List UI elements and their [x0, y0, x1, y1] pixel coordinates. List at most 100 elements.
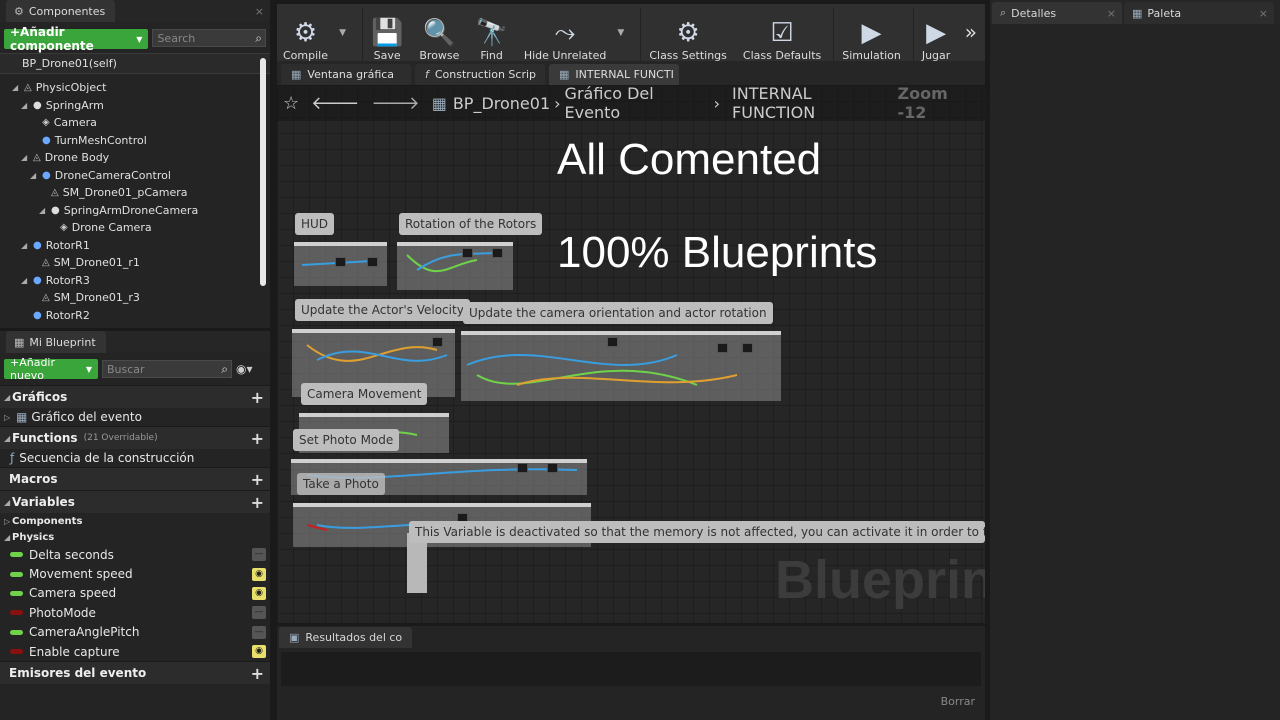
expand-arrow-icon[interactable]: ◢: [30, 167, 38, 185]
comment-velocity[interactable]: Update the Actor's Velocity: [295, 299, 470, 321]
component-tree-item[interactable]: ● TurnMeshControl: [12, 132, 270, 150]
myblueprint-search-input[interactable]: Buscar ⌕: [102, 360, 232, 378]
functions-section-header[interactable]: ◢ Functions (21 Overridable) +: [0, 426, 270, 449]
jugar-button[interactable]: ▶ Jugar: [916, 4, 956, 62]
palette-tab[interactable]: ▦ Paleta ×: [1124, 2, 1274, 24]
graph-node[interactable]: [742, 343, 753, 353]
variable-item[interactable]: Delta seconds —: [0, 545, 270, 564]
construction-script-item[interactable]: ƒ Secuencia de la construcción: [0, 449, 270, 467]
self-item[interactable]: BP_Drone01(self): [0, 53, 270, 74]
event-graph-item[interactable]: ▷ ▦ Gráfico del evento: [0, 408, 270, 426]
comment-variable-note[interactable]: This Variable is deactivated so that the…: [409, 521, 985, 543]
components-tab[interactable]: ⚙ Componentes: [6, 0, 116, 22]
event-dispatchers-header[interactable]: Emisores del evento +: [0, 661, 270, 685]
add-component-button[interactable]: +Añadir componente ▼: [4, 25, 149, 53]
component-tree-item[interactable]: ◬ SM_Drone01_r3: [12, 289, 270, 307]
more-chevron-icon[interactable]: »: [965, 20, 977, 44]
expand-arrow-icon[interactable]: ◢: [21, 272, 29, 290]
components-search-input[interactable]: Search ⌕: [152, 29, 266, 47]
graph-node[interactable]: [717, 343, 728, 353]
eye-closed-icon[interactable]: —: [252, 625, 266, 639]
variable-item[interactable]: PhotoMode —: [0, 603, 270, 622]
eye-open-icon[interactable]: ◉: [252, 645, 266, 659]
simulation-button[interactable]: ▶ Simulation: [836, 4, 907, 62]
chevron-down-icon[interactable]: ▼: [339, 28, 346, 38]
variable-item[interactable]: Enable capture ◉: [0, 642, 270, 661]
myblueprint-tab[interactable]: ▦ Mi Blueprint: [6, 331, 106, 353]
eye-icon[interactable]: ◉▾: [236, 362, 253, 376]
add-macro-icon[interactable]: +: [251, 470, 264, 489]
component-tree-item[interactable]: ◢ ● SpringArmDroneCamera: [12, 202, 270, 220]
variable-item[interactable]: CameraAnglePitch —: [0, 623, 270, 642]
find-button[interactable]: 🔭 Find: [469, 4, 513, 62]
expand-arrow-icon[interactable]: ◢: [12, 79, 20, 97]
component-label: SM_Drone01_pCamera: [62, 186, 188, 199]
close-icon[interactable]: ×: [1107, 7, 1116, 20]
comment-take-photo[interactable]: Take a Photo: [297, 473, 385, 495]
variable-item[interactable]: Camera speed ◉: [0, 584, 270, 603]
expand-arrow-icon[interactable]: ◢: [21, 97, 29, 115]
eye-open-icon[interactable]: ◉: [252, 567, 266, 581]
close-icon[interactable]: ×: [255, 5, 264, 18]
graph-node[interactable]: [547, 463, 558, 473]
component-tree-item[interactable]: ◢ ◬ PhysicObject: [12, 79, 270, 97]
comment-camera-orientation[interactable]: Update the camera orientation and actor …: [463, 302, 773, 324]
component-tree-item[interactable]: ◈ Drone Camera: [12, 219, 270, 237]
blueprint-graph[interactable]: ☆ 🡐 🡒 ▦ BP_Drone01 › Gráfico Del Evento …: [277, 85, 985, 623]
graph-node[interactable]: [492, 248, 503, 258]
component-tree-item[interactable]: ◈ Camera: [12, 114, 270, 132]
category-physics[interactable]: ◢ Physics: [0, 529, 270, 545]
browse-button[interactable]: 🔍 Browse: [413, 4, 465, 62]
expand-arrow-icon[interactable]: ◢: [21, 237, 29, 255]
macros-section-header[interactable]: Macros +: [0, 467, 270, 490]
component-tree-item[interactable]: ● RotorR2: [12, 307, 270, 325]
add-dispatcher-icon[interactable]: +: [251, 664, 264, 683]
comment-rotors[interactable]: Rotation of the Rotors: [399, 213, 543, 235]
comment-photo-mode[interactable]: Set Photo Mode: [293, 429, 400, 451]
component-tree-item[interactable]: ◢ ● DroneCameraControl: [12, 167, 270, 185]
save-button[interactable]: 💾 Save: [365, 4, 409, 62]
comment-camera-movement[interactable]: Camera Movement: [301, 383, 428, 405]
tab-internal-function[interactable]: ▦INTERNAL FUNCTI×: [549, 64, 679, 85]
tab-construction-script[interactable]: f Construction Scrip: [415, 64, 545, 85]
graphs-section-header[interactable]: ◢ Gráficos +: [0, 385, 270, 408]
class-defaults-button[interactable]: ☑ Class Defaults: [737, 4, 827, 62]
add-new-button[interactable]: +Añadir nuevo ▼: [4, 356, 98, 382]
component-tree-item[interactable]: ◢ ● SpringArm: [12, 97, 270, 115]
category-components[interactable]: ▷ Components: [0, 513, 270, 529]
eye-closed-icon[interactable]: —: [252, 548, 266, 562]
graph-node[interactable]: [432, 337, 443, 347]
close-icon[interactable]: ×: [1259, 7, 1268, 20]
components-scrollbar[interactable]: [260, 58, 266, 286]
details-tab[interactable]: ⌕ Detalles ×: [992, 2, 1122, 24]
eye-open-icon[interactable]: ◉: [252, 586, 266, 600]
chevron-down-icon[interactable]: ▼: [617, 28, 624, 38]
variable-item[interactable]: Movement speed ◉: [0, 564, 270, 583]
comment-hud[interactable]: HUD: [295, 213, 335, 235]
graph-node[interactable]: [462, 248, 473, 258]
tab-viewport[interactable]: ▦ Ventana gráfica: [281, 64, 411, 85]
compile-button[interactable]: ⚙ Compile ▼: [277, 4, 346, 62]
component-tree-item[interactable]: ◬ SM_Drone01_pCamera: [12, 184, 270, 202]
graph-node[interactable]: [367, 257, 378, 267]
expand-arrow-icon[interactable]: ◢: [21, 149, 29, 167]
variables-section-header[interactable]: ◢ Variables +: [0, 490, 270, 513]
variable-type-pill: [10, 552, 23, 558]
graph-node[interactable]: [607, 337, 618, 347]
add-function-icon[interactable]: +: [251, 429, 264, 448]
results-tab[interactable]: ▣ Resultados del co: [279, 627, 413, 648]
hide-unrelated-button[interactable]: ⤳ Hide Unrelated ▼: [518, 4, 625, 62]
component-tree-item[interactable]: ◢ ◬ Drone Body: [12, 149, 270, 167]
add-graph-icon[interactable]: +: [251, 388, 264, 407]
expand-arrow-icon[interactable]: ◢: [39, 202, 47, 220]
component-tree-item[interactable]: ◢ ● RotorR1: [12, 237, 270, 255]
clear-button[interactable]: Borrar: [941, 695, 975, 708]
search-icon: ⌕: [1000, 6, 1007, 19]
class-settings-button[interactable]: ⚙ Class Settings: [643, 4, 733, 62]
graph-node[interactable]: [335, 257, 346, 267]
component-tree-item[interactable]: ◬ SM_Drone01_r1: [12, 254, 270, 272]
graph-node[interactable]: [517, 463, 528, 473]
add-variable-icon[interactable]: +: [251, 493, 264, 512]
component-tree-item[interactable]: ◢ ● RotorR3: [12, 272, 270, 290]
eye-closed-icon[interactable]: —: [252, 606, 266, 620]
